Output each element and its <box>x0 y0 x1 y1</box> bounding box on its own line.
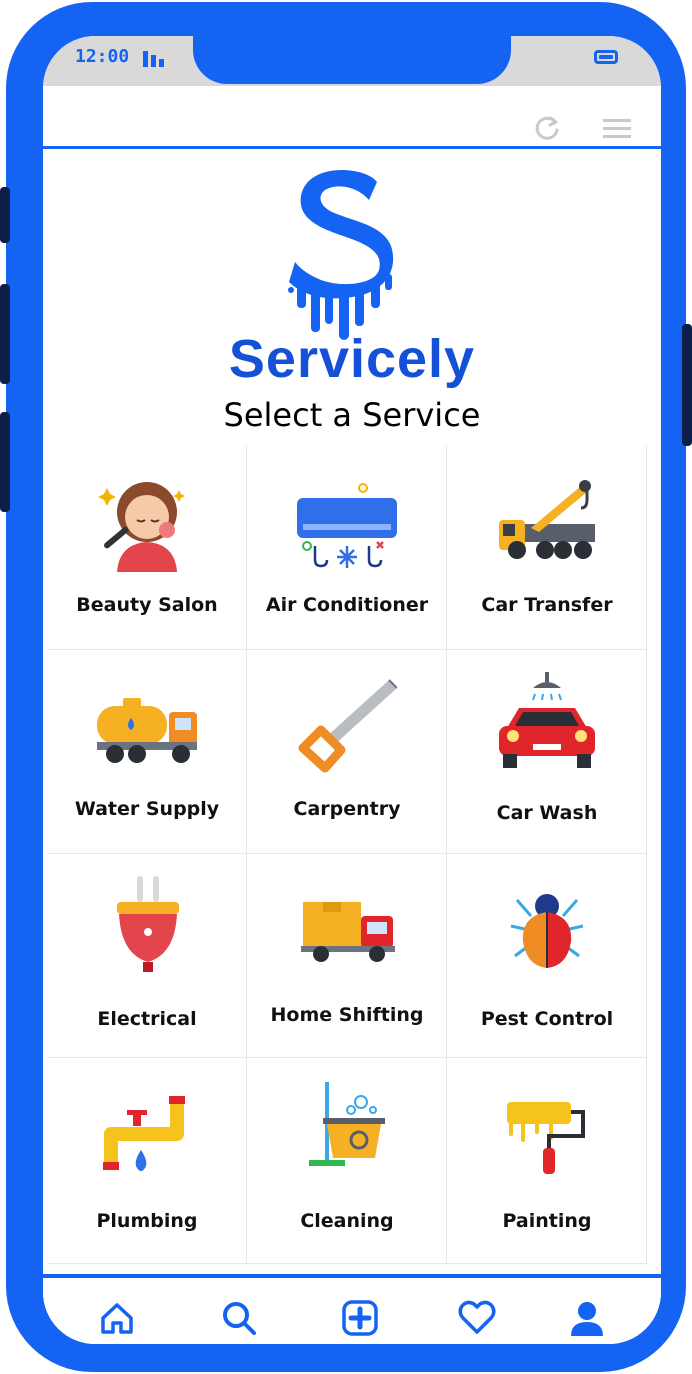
service-tile-water-supply[interactable]: Water Supply <box>47 650 247 854</box>
page-subtitle: Select a Service <box>223 396 481 434</box>
add-icon[interactable] <box>340 1298 380 1338</box>
side-button-volume-down <box>0 412 10 512</box>
bottom-nav <box>43 1274 661 1344</box>
phone-frame: 12:00 Servicely Select a Service Beauty … <box>0 2 692 1372</box>
service-label: Cleaning <box>300 1210 394 1232</box>
service-label: Beauty Salon <box>76 594 218 616</box>
service-tile-car-transfer[interactable]: Car Transfer <box>447 446 647 650</box>
service-tile-home-shifting[interactable]: Home Shifting <box>247 854 447 1058</box>
brand-name: Servicely <box>228 329 476 389</box>
refresh-icon[interactable] <box>533 114 561 142</box>
app-bar <box>43 86 661 149</box>
service-label: Car Transfer <box>481 594 613 616</box>
service-label: Electrical <box>97 1008 197 1030</box>
service-tile-carpentry[interactable]: Carpentry <box>247 650 447 854</box>
service-label: Carpentry <box>293 798 401 820</box>
bug-icon <box>510 894 584 968</box>
hand-saw-icon <box>298 679 397 773</box>
side-button-mute <box>0 187 10 243</box>
service-tile-painting[interactable]: Painting <box>447 1058 647 1264</box>
service-label: Water Supply <box>74 798 220 820</box>
home-icon[interactable] <box>97 1298 137 1338</box>
service-tile-plumbing[interactable]: Plumbing <box>47 1058 247 1264</box>
status-bar: 12:00 <box>43 36 661 86</box>
service-tile-cleaning[interactable]: Cleaning <box>247 1058 447 1264</box>
servicely-logo-icon <box>288 170 394 340</box>
mop-bucket-icon <box>309 1082 385 1166</box>
air-conditioner-icon <box>297 483 397 568</box>
service-label: Plumbing <box>96 1210 198 1232</box>
service-label: Home Shifting <box>270 1004 424 1026</box>
moving-truck-icon <box>301 902 395 962</box>
battery-icon <box>594 50 618 64</box>
paint-roller-icon <box>507 1102 585 1174</box>
menu-icon[interactable] <box>601 116 633 142</box>
notch <box>193 36 511 84</box>
service-grid: Beauty Salon Air Conditioner Car Transfe… <box>47 446 649 1266</box>
side-button-volume-up <box>0 284 10 384</box>
service-tile-beauty-salon[interactable]: Beauty Salon <box>47 446 247 650</box>
water-tanker-icon <box>97 698 197 763</box>
status-time: 12:00 <box>75 46 130 67</box>
pipe-icon <box>103 1096 185 1171</box>
search-icon[interactable] <box>219 1298 259 1338</box>
profile-icon[interactable] <box>567 1298 607 1338</box>
signal-icon <box>143 51 164 67</box>
service-label: Painting <box>502 1210 592 1232</box>
side-button-power <box>682 324 692 446</box>
service-tile-pest-control[interactable]: Pest Control <box>447 854 647 1058</box>
electric-plug-icon <box>117 876 179 972</box>
service-label: Car Wash <box>496 802 598 824</box>
service-tile-air-conditioner[interactable]: Air Conditioner <box>247 446 447 650</box>
service-tile-electrical[interactable]: Electrical <box>47 854 247 1058</box>
service-label: Air Conditioner <box>265 594 429 616</box>
tow-truck-icon <box>499 480 595 559</box>
service-label: Pest Control <box>480 1008 614 1030</box>
service-tile-car-wash[interactable]: Car Wash <box>447 650 647 854</box>
car-wash-icon <box>499 672 595 768</box>
beauty-salon-icon <box>98 482 185 572</box>
heart-icon[interactable] <box>457 1298 497 1338</box>
screen: 12:00 Servicely Select a Service Beauty … <box>43 36 661 1344</box>
